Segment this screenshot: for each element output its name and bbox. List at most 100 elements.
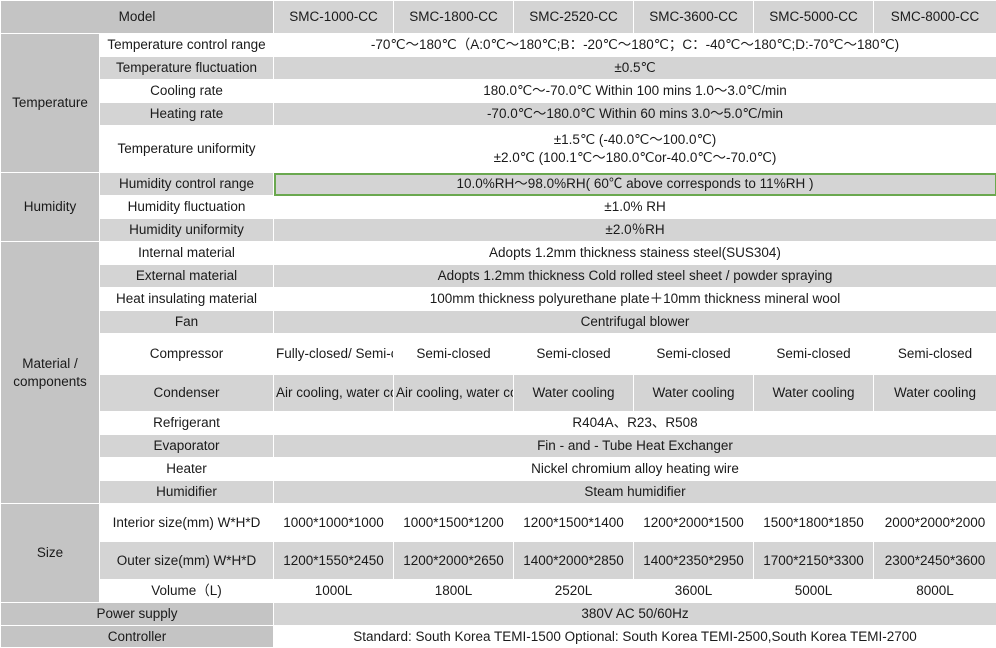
table-row: Evaporator Fin - and - Tube Heat Exchang… <box>1 435 996 458</box>
row-label: Temperature fluctuation <box>100 57 274 80</box>
volume-value: 3600L <box>634 580 754 603</box>
row-value: 180.0℃～-70.0℃ Within 100 mins 1.0～3.0℃/m… <box>274 80 996 103</box>
row-label: Temperature control range <box>100 34 274 57</box>
row-label: Refrigerant <box>100 412 274 435</box>
model-name: SMC-1000-CC <box>274 1 394 34</box>
interior-size-value: 2000*2000*2000 <box>874 504 996 542</box>
outer-size-value: 1700*2150*3300 <box>754 542 874 580</box>
compressor-value: Semi-closed <box>874 334 996 375</box>
table-row: Controller Standard: South Korea TEMI-15… <box>1 626 996 648</box>
table-row: Size Interior size(mm) W*H*D 1000*1000*1… <box>1 504 996 542</box>
row-label: Temperature uniformity <box>100 126 274 173</box>
table-row: Temperature uniformity ±1.5℃ (-40.0℃～100… <box>1 126 996 173</box>
model-name: SMC-5000-CC <box>754 1 874 34</box>
table-row: Condenser Air cooling, water cooling Air… <box>1 375 996 412</box>
compressor-value: Semi-closed <box>394 334 514 375</box>
row-label: Compressor <box>100 334 274 375</box>
controller-label: Controller <box>1 626 274 648</box>
table-row: Heater Nickel chromium alloy heating wir… <box>1 458 996 481</box>
condenser-value: Water cooling <box>634 375 754 412</box>
row-label: Outer size(mm) W*H*D <box>100 542 274 580</box>
table-row: Power supply 380V AC 50/60Hz <box>1 603 996 626</box>
row-label: External material <box>100 265 274 288</box>
power-supply-value: 380V AC 50/60Hz <box>274 603 996 626</box>
compressor-value: Fully-closed/ Semi-closed <box>274 334 394 375</box>
controller-value: Standard: South Korea TEMI-1500 Optional… <box>274 626 996 648</box>
outer-size-value: 1400*2000*2850 <box>514 542 634 580</box>
row-value: Fin - and - Tube Heat Exchanger <box>274 435 996 458</box>
outer-size-value: 1200*1550*2450 <box>274 542 394 580</box>
row-label: Condenser <box>100 375 274 412</box>
table-row: Humidity fluctuation ±1.0% RH <box>1 196 996 219</box>
row-label: Volume（L) <box>100 580 274 603</box>
row-value: Adopts 1.2mm thickness Cold rolled steel… <box>274 265 996 288</box>
condenser-value: Water cooling <box>874 375 996 412</box>
outer-size-value: 1200*2000*2650 <box>394 542 514 580</box>
row-value: -70℃～180℃（A:0℃～180℃;B：-20℃～180℃；C：-40℃～1… <box>274 34 996 57</box>
category-materials: Material / components <box>1 242 100 504</box>
row-label: Humidifier <box>100 481 274 504</box>
interior-size-value: 1000*1000*1000 <box>274 504 394 542</box>
table-row: Temperature Temperature control range -7… <box>1 34 996 57</box>
interior-size-value: 1200*2000*1500 <box>634 504 754 542</box>
row-label: Heat insulating material <box>100 288 274 311</box>
table-row: Volume（L) 1000L 1800L 2520L 3600L 5000L … <box>1 580 996 603</box>
volume-value: 2520L <box>514 580 634 603</box>
row-label: Heating rate <box>100 103 274 126</box>
row-value: 100mm thickness polyurethane plate＋10mm … <box>274 288 996 311</box>
row-value: ±1.0% RH <box>274 196 996 219</box>
condenser-value: Water cooling <box>754 375 874 412</box>
row-value: Centrifugal blower <box>274 311 996 334</box>
row-label: Evaporator <box>100 435 274 458</box>
row-value: Steam humidifier <box>274 481 996 504</box>
table-row: Fan Centrifugal blower <box>1 311 996 334</box>
row-label: Internal material <box>100 242 274 265</box>
compressor-value: Semi-closed <box>634 334 754 375</box>
row-value-highlighted: 10.0%RH～98.0%RH( 60℃ above corresponds t… <box>274 173 996 196</box>
condenser-value: Air cooling, water cooling <box>274 375 394 412</box>
category-size: Size <box>1 504 100 603</box>
power-supply-label: Power supply <box>1 603 274 626</box>
model-name: SMC-2520-CC <box>514 1 634 34</box>
row-value: R404A、R23、R508 <box>274 412 996 435</box>
header-row: Model SMC-1000-CC SMC-1800-CC SMC-2520-C… <box>1 1 996 34</box>
table-row: Cooling rate 180.0℃～-70.0℃ Within 100 mi… <box>1 80 996 103</box>
row-value: ±0.5℃ <box>274 57 996 80</box>
volume-value: 5000L <box>754 580 874 603</box>
spec-table: Model SMC-1000-CC SMC-1800-CC SMC-2520-C… <box>0 0 996 648</box>
row-value: ±1.5℃ (-40.0℃～100.0℃) ±2.0℃ (100.1℃～180.… <box>274 126 996 173</box>
interior-size-value: 1200*1500*1400 <box>514 504 634 542</box>
table-row: Temperature fluctuation ±0.5℃ <box>1 57 996 80</box>
outer-size-value: 2300*2450*3600 <box>874 542 996 580</box>
row-label: Heater <box>100 458 274 481</box>
table-row: Humidity uniformity ±2.0％RH <box>1 219 996 242</box>
table-row: Material / components Internal material … <box>1 242 996 265</box>
category-temperature: Temperature <box>1 34 100 173</box>
volume-value: 1800L <box>394 580 514 603</box>
table-row: Heating rate -70.0℃～180.0℃ Within 60 min… <box>1 103 996 126</box>
table-row: Refrigerant R404A、R23、R508 <box>1 412 996 435</box>
condenser-value: Air cooling, water cooling <box>394 375 514 412</box>
volume-value: 8000L <box>874 580 996 603</box>
uniformity-line-1: ±1.5℃ (-40.0℃～100.0℃) <box>276 131 994 149</box>
row-label: Interior size(mm) W*H*D <box>100 504 274 542</box>
table-row: Humidity Humidity control range 10.0%RH～… <box>1 173 996 196</box>
table-row: Humidifier Steam humidifier <box>1 481 996 504</box>
condenser-value: Water cooling <box>514 375 634 412</box>
row-value: -70.0℃～180.0℃ Within 60 mins 3.0～5.0℃/mi… <box>274 103 996 126</box>
outer-size-value: 1400*2350*2950 <box>634 542 754 580</box>
table-row: External material Adopts 1.2mm thickness… <box>1 265 996 288</box>
row-label: Cooling rate <box>100 80 274 103</box>
compressor-value: Semi-closed <box>754 334 874 375</box>
row-label: Humidity control range <box>100 173 274 196</box>
row-value: Adopts 1.2mm thickness stainess steel(SU… <box>274 242 996 265</box>
category-humidity: Humidity <box>1 173 100 242</box>
table-row: Outer size(mm) W*H*D 1200*1550*2450 1200… <box>1 542 996 580</box>
row-value: ±2.0％RH <box>274 219 996 242</box>
row-label: Humidity uniformity <box>100 219 274 242</box>
model-name: SMC-8000-CC <box>874 1 996 34</box>
table-row: Compressor Fully-closed/ Semi-closed Sem… <box>1 334 996 375</box>
compressor-value: Semi-closed <box>514 334 634 375</box>
volume-value: 1000L <box>274 580 394 603</box>
model-header-label: Model <box>1 1 274 34</box>
